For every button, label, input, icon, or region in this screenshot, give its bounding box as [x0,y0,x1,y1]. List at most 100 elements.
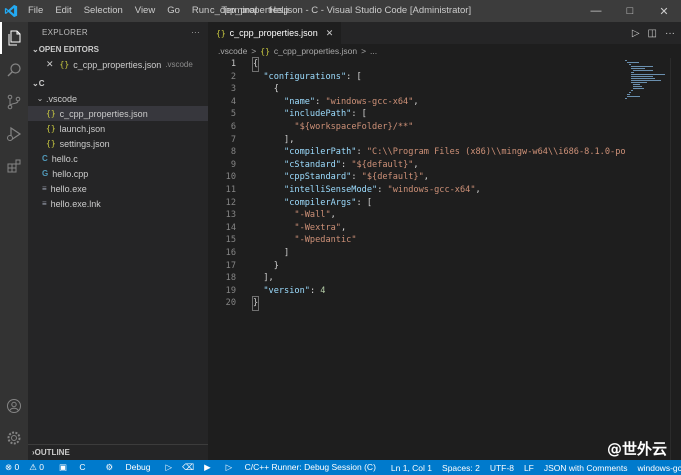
line-number: 13 [225,210,236,221]
breadcrumb-folder[interactable]: .vscode [218,46,247,56]
extensions-icon[interactable] [0,150,28,182]
tree-file-hello-c[interactable]: C hello.c [28,151,208,166]
title-bar: File Edit Selection View Go Run Terminal… [0,0,681,22]
tree-file-label: hello.exe [50,183,87,194]
debug-config[interactable]: ⚙ Debug [95,462,160,473]
runner-status-label: C/C++ Runner: Debug Session (C) [244,462,376,472]
menu-edit[interactable]: Edit [49,0,77,22]
line-number: 16 [225,247,236,258]
line-number: 4 [230,96,236,107]
tab-bar: {} c_cpp_properties.json ✕ ▷ ◫ ··· [208,22,681,44]
menu-view[interactable]: View [129,0,161,22]
close-editor-icon[interactable]: ✕ [46,59,54,70]
account-icon[interactable] [0,390,28,422]
maximize-icon[interactable]: □ [613,0,647,22]
tree-file-launch[interactable]: {} launch.json [28,121,208,136]
run-debug-icon[interactable]: ▶ [199,462,216,473]
chevron-down-icon: ⌄ [32,45,39,54]
run-debug-icon[interactable] [0,118,28,150]
code-line: 13 "-Wall", [208,209,628,222]
line-number: 9 [230,159,236,170]
line-number: 20 [225,298,236,309]
json-file-icon: {} [46,124,56,133]
runner-status[interactable]: ▷ C/C++ Runner: Debug Session (C) [216,462,386,473]
trash-icon[interactable]: ⌫ [177,462,199,473]
close-tab-icon[interactable]: ✕ [326,28,334,39]
json-file-icon: {} [46,109,56,118]
tree-file-settings[interactable]: {} settings.json [28,136,208,151]
tree-file-hello-cpp[interactable]: G hello.cpp [28,166,208,181]
indentation[interactable]: Spaces: 2 [437,463,485,473]
gear-icon[interactable] [0,422,28,454]
editor-scrollbar[interactable] [670,58,681,460]
workspace-folder[interactable]: ▣ C [49,462,96,473]
breadcrumb-symbol[interactable]: ... [370,46,377,56]
vscode-logo-icon [0,0,22,22]
line-number: 3 [230,84,236,95]
cpp-file-icon: G [42,169,49,178]
tree-file-label: c_cpp_properties.json [59,108,148,119]
more-actions-icon[interactable]: ··· [665,28,675,39]
code-line: 6 "${workspaceFolder}/**" [208,121,628,134]
tree-file-c-cpp-properties[interactable]: {} c_cpp_properties.json [28,106,208,121]
more-actions-icon[interactable]: ··· [191,28,200,37]
line-number: 14 [225,222,236,233]
outline-section[interactable]: › OUTLINE [28,444,212,460]
line-number: 6 [230,121,236,132]
tab-c-cpp-properties[interactable]: {} c_cpp_properties.json ✕ [208,22,342,44]
open-editors-label: OPEN EDITORS [38,45,100,54]
menu-terminal[interactable]: Terminal [215,0,263,22]
language-mode[interactable]: JSON with Comments [539,463,633,473]
problems-warnings[interactable]: ⚠ 0 [24,462,49,473]
code-line: 12 "compilerArgs": [ [208,197,628,210]
code-line: 16 ] [208,247,628,260]
search-icon[interactable] [0,54,28,86]
end-of-line[interactable]: LF [519,463,539,473]
status-bar: ⊗ 0 ⚠ 0 ▣ C ⚙ Debug ▷ ⌫ ▶ ▷ C/C++ Runner… [0,460,681,475]
explorer-header: EXPLORER ··· [28,22,208,42]
code-editor[interactable]: 1{ 2 "configurations": [ 3 { 4 "name": "… [208,57,628,311]
minimize-icon[interactable]: — [579,0,613,22]
menu-run[interactable]: Run [186,0,215,22]
menu-file[interactable]: File [22,0,49,22]
json-file-icon: {} [59,60,70,69]
folder-section-c[interactable]: ⌄ C [28,76,208,91]
minimap[interactable] [623,58,667,148]
problems-errors[interactable]: ⊗ 0 [0,462,24,473]
cpp-configuration[interactable]: windows-gcc-x64 [632,463,681,473]
explorer-icon[interactable] [0,22,28,54]
menu-selection[interactable]: Selection [78,0,129,22]
cursor-position[interactable]: Ln 1, Col 1 [386,463,437,473]
run-icon[interactable]: ▷ [161,462,178,473]
breadcrumb-file[interactable]: c_cpp_properties.json [274,46,357,56]
split-editor-icon[interactable]: ◫ [648,28,657,39]
explorer-sidebar: EXPLORER ··· ⌄ OPEN EDITORS ✕ {} c_cpp_p… [28,22,212,460]
watermark: @世外云 [606,440,667,458]
play-icon: ▷ [225,462,235,472]
tree-file-hello-exe[interactable]: ≡ hello.exe [28,181,208,196]
line-number: 10 [225,172,236,183]
workspace-folder-label: C [79,462,86,472]
tree-folder-vscode[interactable]: ⌄ .vscode [28,91,208,106]
json-file-icon: {} [46,139,56,148]
breadcrumb-separator: > [251,46,257,56]
run-icon[interactable]: ▷ [632,28,640,39]
menu-help[interactable]: Help [263,0,295,22]
tree-file-label: hello.c [51,153,78,164]
encoding[interactable]: UTF-8 [485,463,519,473]
line-number: 19 [225,285,236,296]
code-line: 11 "intelliSenseMode": "windows-gcc-x64"… [208,184,628,197]
source-control-icon[interactable] [0,86,28,118]
line-number: 12 [225,197,236,208]
menu-go[interactable]: Go [161,0,186,22]
close-icon[interactable]: ✕ [647,0,681,22]
folder-icon: ▣ [58,462,70,472]
tree-file-hello-exe-lnk[interactable]: ≡ hello.exe.lnk [28,196,208,211]
code-line: 1{ [208,57,628,72]
open-editor-name: c_cpp_properties.json [73,59,162,70]
open-editors-section[interactable]: ⌄ OPEN EDITORS [28,42,208,57]
open-editor-item[interactable]: ✕ {} c_cpp_properties.json .vscode [28,57,208,72]
bug-icon: ⚙ [105,462,116,472]
line-number: 2 [230,71,236,82]
binary-file-icon: ≡ [42,184,47,193]
